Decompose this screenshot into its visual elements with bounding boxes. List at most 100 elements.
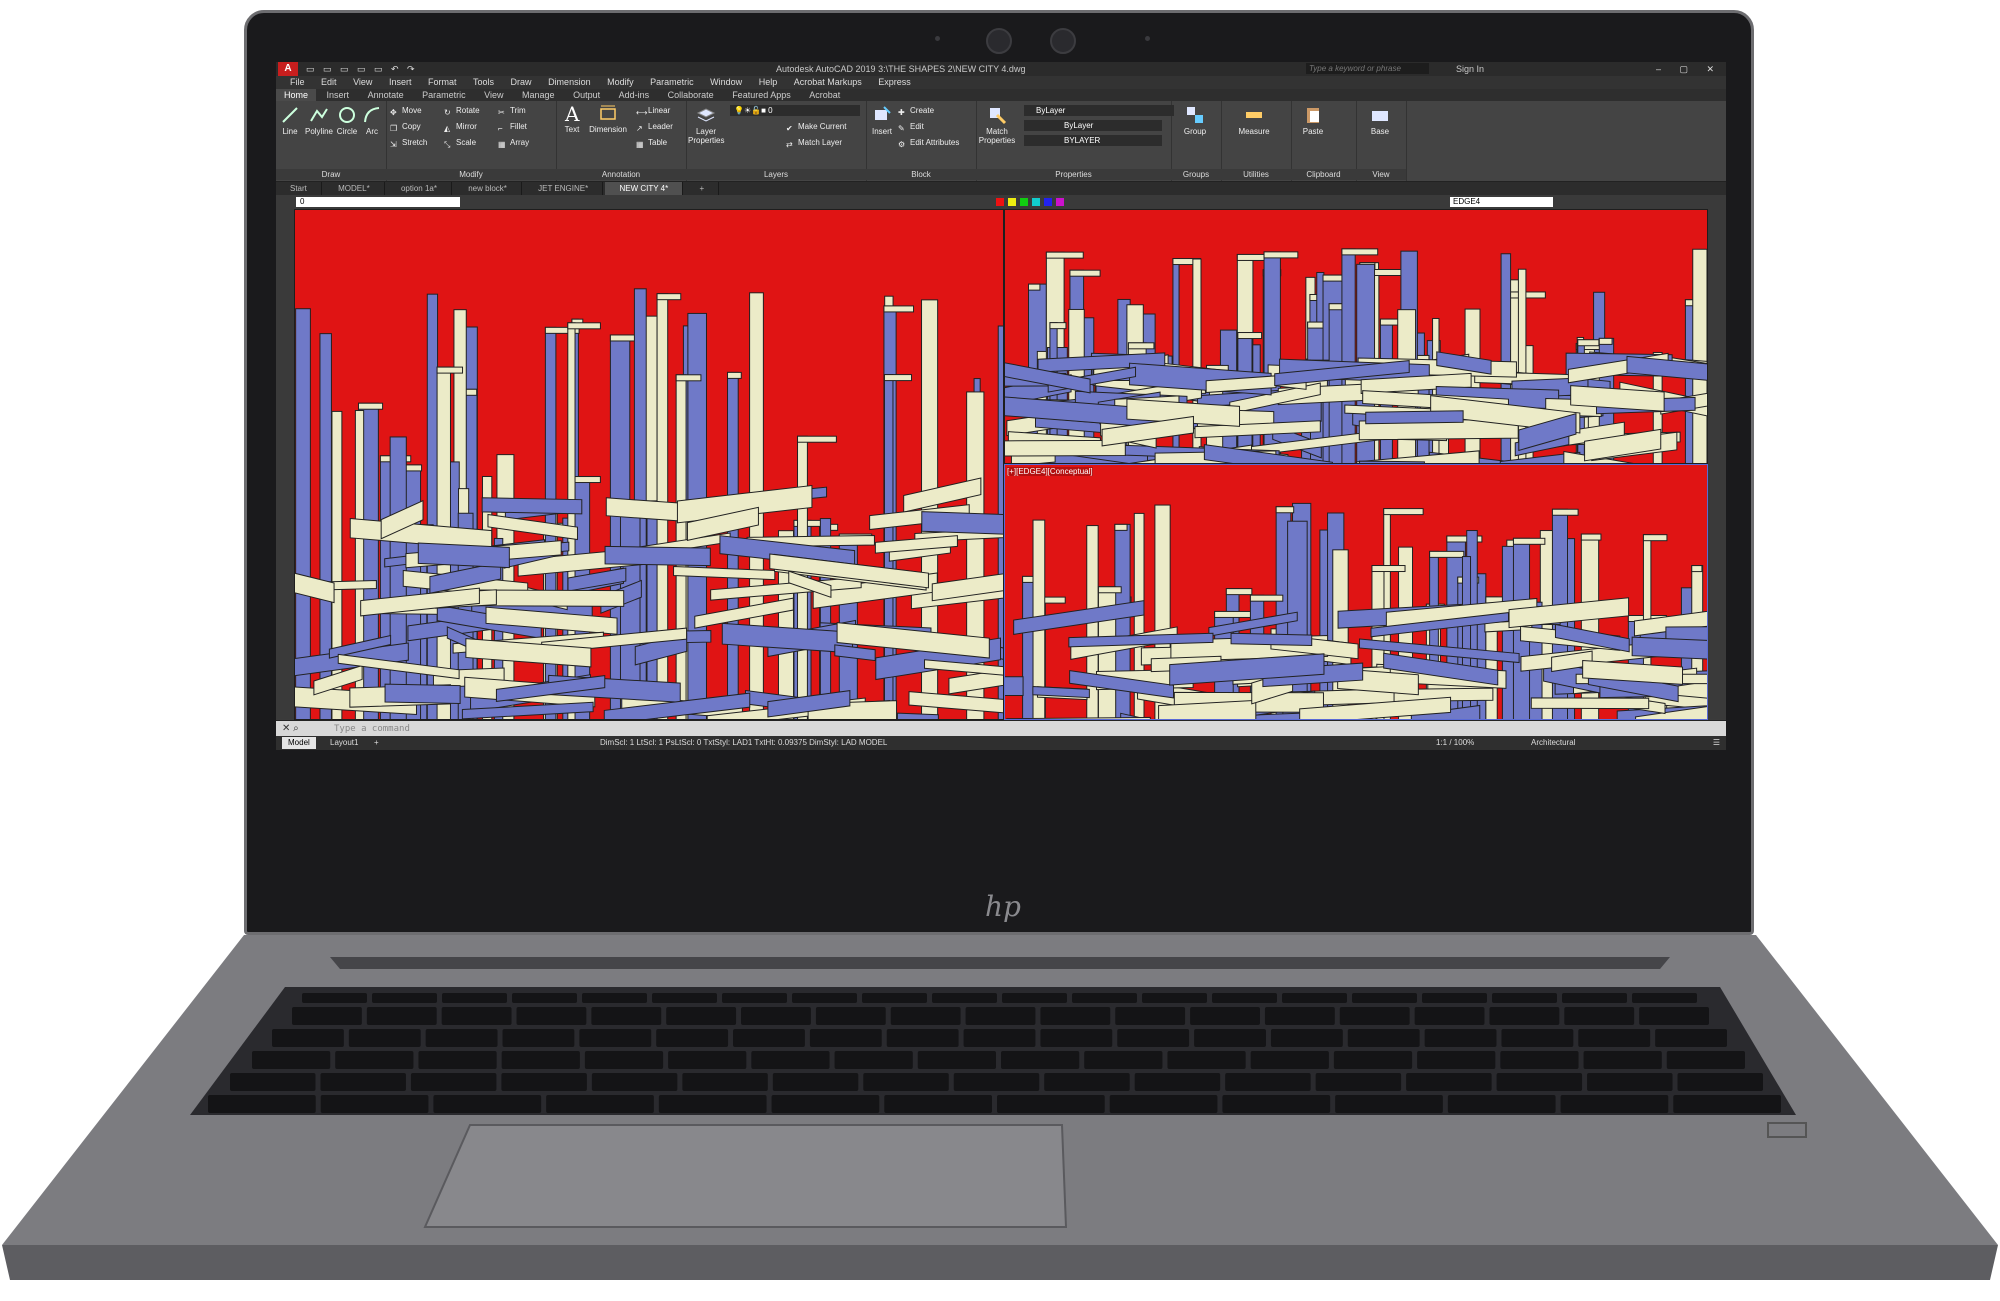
tab-parametric[interactable]: Parametric bbox=[414, 89, 474, 101]
new-tab-button[interactable]: + bbox=[685, 182, 720, 195]
linetype-dropdown[interactable]: BYLAYER bbox=[1024, 135, 1162, 146]
layer-dropdown[interactable]: 💡☀🔓■ 0 bbox=[730, 105, 860, 116]
menu-help[interactable]: Help bbox=[759, 76, 778, 89]
match-properties-button[interactable]: Match Properties bbox=[978, 105, 1016, 145]
viewport-label[interactable]: [+][EDGE4][Conceptual] bbox=[1007, 467, 1093, 476]
create-button[interactable]: ✚ Create bbox=[898, 105, 934, 117]
insert-button[interactable]: Insert bbox=[868, 105, 896, 136]
layout-tab-model[interactable]: Model bbox=[282, 737, 316, 749]
add-layout-button[interactable]: + bbox=[368, 737, 385, 749]
clipboard-panel-label[interactable]: Clipboard bbox=[1291, 169, 1356, 180]
menu-express[interactable]: Express bbox=[878, 76, 911, 89]
base-button[interactable]: Base bbox=[1362, 105, 1398, 136]
line-button[interactable]: Line bbox=[278, 105, 302, 136]
utilities-panel-label[interactable]: Utilities bbox=[1221, 169, 1291, 180]
view-panel-label[interactable]: View bbox=[1356, 169, 1406, 180]
color-swatch[interactable] bbox=[1008, 198, 1016, 206]
command-line[interactable]: ✕ ⌕ Type a command bbox=[276, 720, 1726, 737]
viewport-left[interactable] bbox=[294, 209, 1004, 720]
menu-dimension[interactable]: Dimension bbox=[548, 76, 591, 89]
tab-output[interactable]: Output bbox=[565, 89, 608, 101]
block-panel-label[interactable]: Block bbox=[866, 169, 976, 180]
rotate-button[interactable]: ↻ Rotate bbox=[444, 105, 480, 117]
doc-tab-option-1a[interactable]: option 1a* bbox=[387, 182, 452, 195]
paste-button[interactable]: Paste bbox=[1295, 105, 1331, 136]
circle-button[interactable]: Circle bbox=[334, 105, 360, 136]
menu-tools[interactable]: Tools bbox=[473, 76, 494, 89]
stretch-button[interactable]: ⇲ Stretch bbox=[390, 137, 427, 149]
scale-button[interactable]: ⤡ Scale bbox=[444, 137, 476, 149]
measure-button[interactable]: Measure bbox=[1229, 105, 1279, 136]
doc-tab-start[interactable]: Start bbox=[276, 182, 322, 195]
close-icon[interactable]: ✕ ⌕ bbox=[282, 721, 299, 737]
viewport-top-right[interactable] bbox=[1004, 209, 1708, 464]
quick-access-toolbar[interactable]: ▭ ▭ ▭ ▭ ▭ ↶ ↷ bbox=[306, 62, 418, 76]
layer-properties-button[interactable]: Layer Properties bbox=[688, 105, 724, 145]
edit-attributes-button[interactable]: ⚙ Edit Attributes bbox=[898, 137, 959, 149]
right-toolbar[interactable] bbox=[1708, 209, 1726, 719]
color-swatch[interactable] bbox=[1020, 198, 1028, 206]
linear-button[interactable]: ⟷Linear bbox=[636, 105, 670, 117]
doc-tab-model[interactable]: MODEL* bbox=[324, 182, 385, 195]
color-dropdown[interactable]: ByLayer bbox=[1024, 105, 1174, 116]
tab-home[interactable]: Home bbox=[276, 89, 317, 101]
menu-view[interactable]: View bbox=[353, 76, 372, 89]
color-swatch[interactable] bbox=[996, 198, 1004, 206]
tab-insert[interactable]: Insert bbox=[319, 89, 358, 101]
menu-format[interactable]: Format bbox=[428, 76, 457, 89]
draw-panel-label[interactable]: Draw bbox=[276, 169, 386, 180]
left-toolbar[interactable] bbox=[276, 209, 294, 719]
tab-collaborate[interactable]: Collaborate bbox=[660, 89, 722, 101]
group-button[interactable]: Group bbox=[1175, 105, 1215, 136]
tab-add-ins[interactable]: Add-ins bbox=[611, 89, 658, 101]
doc-tab-jet-engine[interactable]: JET ENGINE* bbox=[524, 182, 604, 195]
search-input[interactable]: Type a keyword or phrase bbox=[1306, 63, 1429, 74]
color-swatch[interactable] bbox=[1056, 198, 1064, 206]
color-swatch[interactable] bbox=[1032, 198, 1040, 206]
modify-panel-label[interactable]: Modify bbox=[386, 169, 556, 180]
annotation-panel-label[interactable]: Annotation bbox=[556, 169, 686, 180]
fillet-button[interactable]: ⌐ Fillet bbox=[498, 121, 527, 133]
visual-style-select[interactable]: EDGE4 bbox=[1450, 197, 1553, 207]
lineweight-dropdown[interactable]: ByLayer bbox=[1024, 120, 1162, 131]
menu-file[interactable]: File bbox=[290, 76, 305, 89]
customize-icon[interactable]: ☰ bbox=[1713, 736, 1720, 750]
tab-acrobat[interactable]: Acrobat bbox=[801, 89, 848, 101]
menu-insert[interactable]: Insert bbox=[389, 76, 412, 89]
layers-panel-label[interactable]: Layers bbox=[686, 169, 866, 180]
layout-tab-layout1[interactable]: Layout1 bbox=[324, 737, 364, 749]
polyline-button[interactable]: Polyline bbox=[304, 105, 334, 136]
array-button[interactable]: ▦ Array bbox=[498, 137, 529, 149]
arc-button[interactable]: Arc bbox=[360, 105, 384, 136]
menu-edit[interactable]: Edit bbox=[321, 76, 337, 89]
text-button[interactable]: A Text bbox=[558, 103, 586, 134]
copy-button[interactable]: ❐ Copy bbox=[390, 121, 421, 133]
doc-tab-new-city-4[interactable]: NEW CITY 4* bbox=[605, 182, 684, 195]
doc-tab-new-block[interactable]: new block* bbox=[454, 182, 522, 195]
match-layer-button[interactable]: ⇄ Match Layer bbox=[786, 137, 842, 149]
edit-button[interactable]: ✎ Edit bbox=[898, 121, 924, 133]
viewport-bottom-right[interactable]: [+][EDGE4][Conceptual] bbox=[1004, 464, 1708, 720]
menu-parametric[interactable]: Parametric bbox=[650, 76, 694, 89]
trim-button[interactable]: ✂ Trim bbox=[498, 105, 526, 117]
annotation-scale[interactable]: 1:1 / 100% bbox=[1436, 736, 1474, 750]
leader-button[interactable]: ↗ Leader bbox=[636, 121, 673, 133]
menu-draw[interactable]: Draw bbox=[511, 76, 532, 89]
window-controls[interactable]: – ▢ ✕ bbox=[1656, 62, 1722, 76]
menu-window[interactable]: Window bbox=[710, 76, 742, 89]
tab-view[interactable]: View bbox=[476, 89, 511, 101]
make-current-button[interactable]: ✔ Make Current bbox=[786, 121, 846, 133]
layer-select[interactable]: 0 bbox=[296, 197, 460, 207]
units-dropdown[interactable]: Architectural bbox=[1531, 736, 1575, 750]
sign-in-button[interactable]: Sign In bbox=[1456, 62, 1484, 76]
autocad-logo-icon[interactable]: A bbox=[278, 62, 298, 76]
menu-modify[interactable]: Modify bbox=[607, 76, 634, 89]
groups-panel-label[interactable]: Groups bbox=[1171, 169, 1221, 180]
menu-acrobat-markups[interactable]: Acrobat Markups bbox=[794, 76, 862, 89]
command-input[interactable]: Type a command bbox=[334, 721, 410, 737]
table-button[interactable]: ▦ Table bbox=[636, 137, 667, 149]
move-button[interactable]: ✥ Move bbox=[390, 105, 422, 117]
color-swatch[interactable] bbox=[1044, 198, 1052, 206]
dimension-button[interactable]: Dimension bbox=[586, 103, 630, 134]
properties-panel-label[interactable]: Properties bbox=[976, 169, 1171, 180]
